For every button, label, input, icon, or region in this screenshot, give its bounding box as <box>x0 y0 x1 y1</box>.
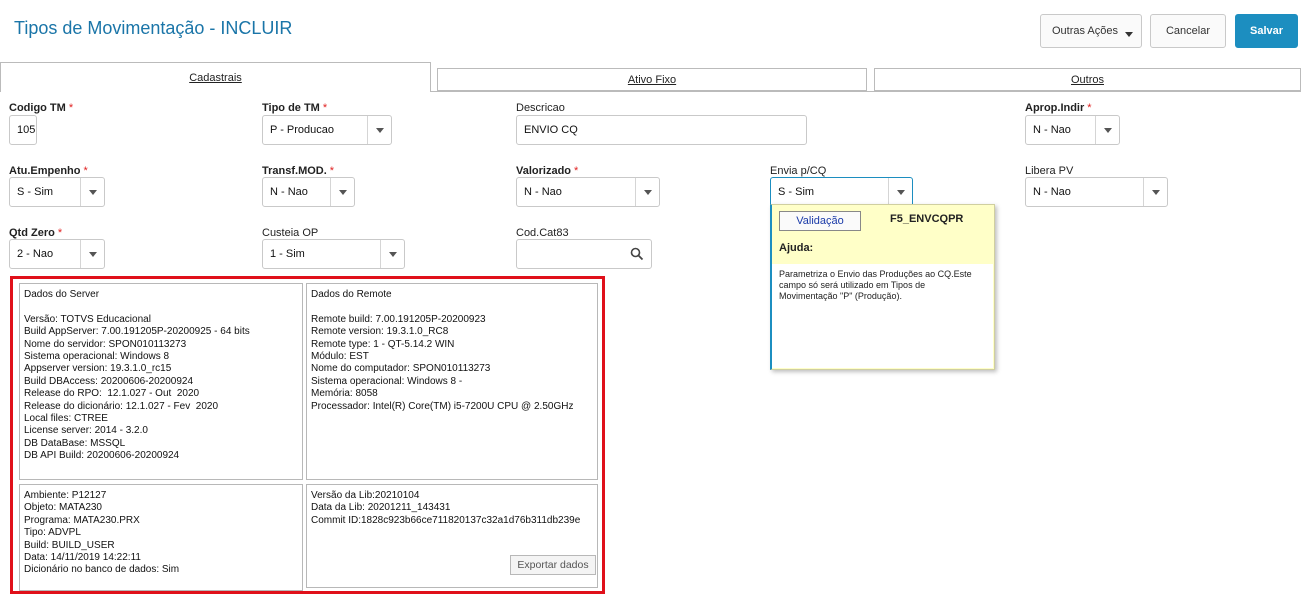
tipo-tm-label: Tipo de TM * <box>262 102 328 114</box>
chevron-down-icon <box>1125 32 1133 37</box>
cod-cat83-field[interactable] <box>516 239 652 269</box>
atu-empenho-select[interactable]: S - Sim <box>9 177 105 207</box>
tipo-tm-select[interactable]: P - Producao <box>262 115 392 145</box>
more-actions-label: Outras Ações <box>1051 25 1119 37</box>
chevron-down-icon <box>1095 116 1119 144</box>
export-data-button[interactable]: Exportar dados <box>510 555 596 575</box>
field-help-popup: Validação F5_ENVCQPR Ajuda: Parametriza … <box>770 204 995 370</box>
libera-pv-label: Libera PV <box>1025 165 1074 177</box>
chevron-down-icon <box>330 178 354 206</box>
search-icon[interactable] <box>630 247 644 261</box>
page-header: Tipos de Movimentação - INCLUIR Outras A… <box>0 0 1301 62</box>
chevron-down-icon <box>1143 178 1167 206</box>
tab-bar: Cadastrais Ativo Fixo Outros <box>0 62 1301 92</box>
more-actions-button[interactable]: Outras Ações <box>1040 14 1142 48</box>
transf-mod-select[interactable]: N - Nao <box>262 177 355 207</box>
environment-info: Ambiente: P12127 Objeto: MATA230 Program… <box>19 484 303 591</box>
codigo-tm-field[interactable]: 105 <box>9 115 37 145</box>
tab-outros[interactable]: Outros <box>874 68 1301 91</box>
transf-mod-label: Transf.MOD. * <box>262 165 335 177</box>
help-text: Parametriza o Envio das Produções ao CQ.… <box>772 264 993 368</box>
system-info-panel: Dados do Server Versão: TOTVS Educaciona… <box>10 276 605 594</box>
page-title: Tipos de Movimentação - INCLUIR <box>14 18 293 38</box>
chevron-down-icon <box>367 116 391 144</box>
chevron-down-icon <box>635 178 659 206</box>
chevron-down-icon <box>380 240 404 268</box>
cancel-button[interactable]: Cancelar <box>1150 14 1226 48</box>
cod-cat83-label: Cod.Cat83 <box>516 227 569 239</box>
custeia-op-label: Custeia OP <box>262 227 319 239</box>
custeia-op-select[interactable]: 1 - Sim <box>262 239 405 269</box>
save-button[interactable]: Salvar <box>1235 14 1298 48</box>
aprop-indir-select[interactable]: N - Nao <box>1025 115 1120 145</box>
server-info: Dados do Server Versão: TOTVS Educaciona… <box>19 283 303 480</box>
chevron-down-icon <box>888 178 912 206</box>
aprop-indir-label: Aprop.Indir * <box>1025 102 1092 114</box>
field-code: F5_ENVCQPR <box>890 213 964 225</box>
qtd-zero-label: Qtd Zero * <box>9 227 63 239</box>
qtd-zero-select[interactable]: 2 - Nao <box>9 239 105 269</box>
envia-cq-label: Envia p/CQ <box>770 165 827 177</box>
tab-ativo-fixo[interactable]: Ativo Fixo <box>437 68 867 91</box>
envia-cq-select[interactable]: S - Sim <box>770 177 913 207</box>
descricao-label: Descricao <box>516 102 565 114</box>
help-title: Ajuda: <box>779 242 814 254</box>
valorizado-select[interactable]: N - Nao <box>516 177 660 207</box>
atu-empenho-label: Atu.Empenho * <box>9 165 88 177</box>
chevron-down-icon <box>80 178 104 206</box>
codigo-tm-label: Codigo TM * <box>9 102 74 114</box>
validation-button[interactable]: Validação <box>779 211 861 231</box>
tab-cadastrais[interactable]: Cadastrais <box>0 62 431 92</box>
libera-pv-select[interactable]: N - Nao <box>1025 177 1168 207</box>
remote-info: Dados do Remote Remote build: 7.00.19120… <box>306 283 598 480</box>
chevron-down-icon <box>80 240 104 268</box>
tab-divider <box>431 91 1301 92</box>
valorizado-label: Valorizado * <box>516 165 579 177</box>
descricao-field[interactable]: ENVIO CQ <box>516 115 807 145</box>
